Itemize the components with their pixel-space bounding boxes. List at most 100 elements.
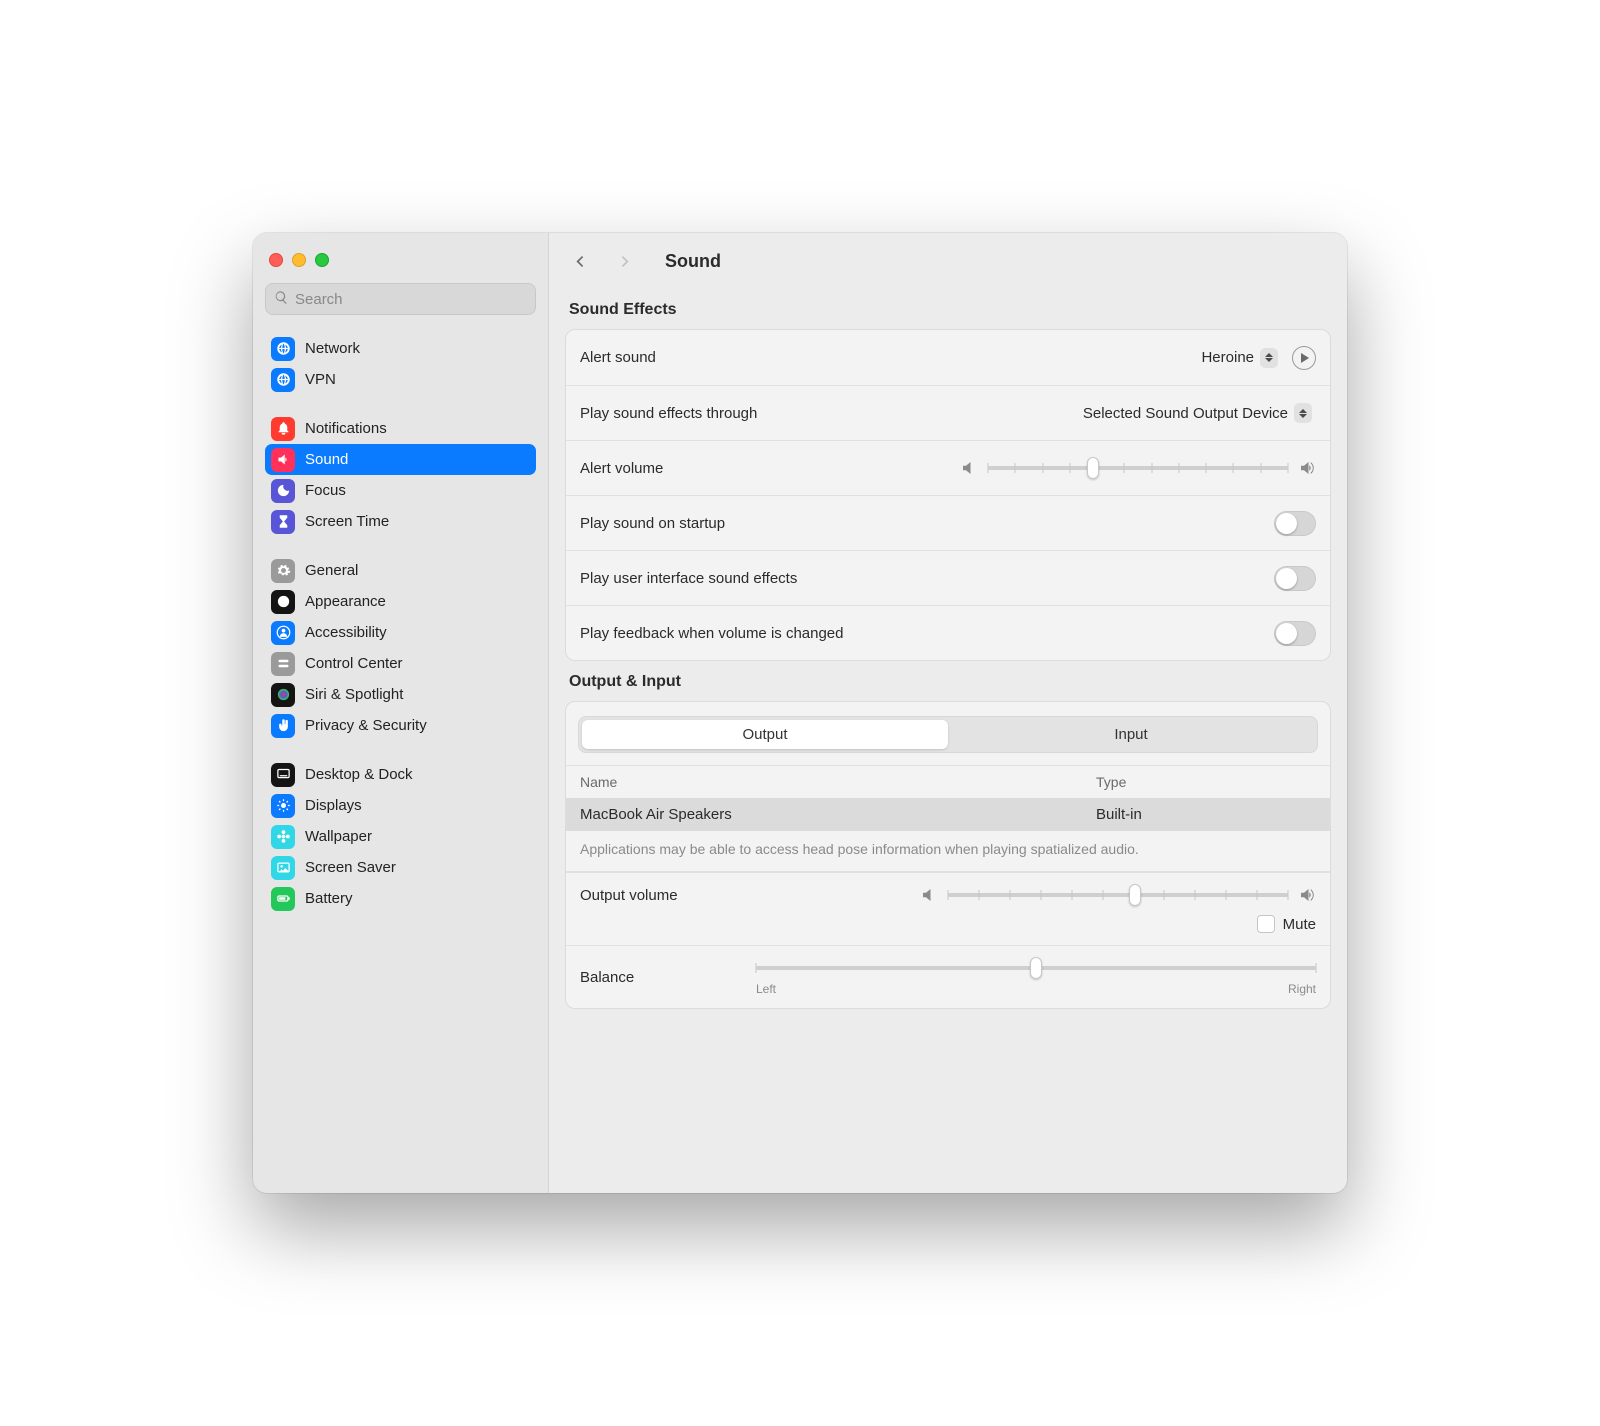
play-through-value: Selected Sound Output Device xyxy=(1083,405,1288,422)
hourglass-icon xyxy=(271,510,295,534)
search-input[interactable]: Search xyxy=(265,283,536,315)
sidebar-item-label: Siri & Spotlight xyxy=(305,686,403,703)
play-through-label: Play sound effects through xyxy=(580,405,1073,422)
sidebar-item-control-center[interactable]: Control Center xyxy=(265,648,536,679)
appearance-icon xyxy=(271,590,295,614)
sidebar-item-battery[interactable]: Battery xyxy=(265,883,536,914)
dock-icon xyxy=(271,763,295,787)
sidebar-item-label: Screen Saver xyxy=(305,859,396,876)
balance-label: Balance xyxy=(580,969,756,986)
sidebar-item-label: General xyxy=(305,562,358,579)
sidebar-item-label: Sound xyxy=(305,451,348,468)
alert-sound-value: Heroine xyxy=(1201,349,1254,366)
minimize-window-button[interactable] xyxy=(292,253,306,267)
output-volume-slider[interactable] xyxy=(948,885,1288,905)
device-type: Built-in xyxy=(1096,806,1316,823)
volume-feedback-row: Play feedback when volume is changed xyxy=(566,605,1330,660)
search-placeholder: Search xyxy=(295,291,343,308)
col-type-header: Type xyxy=(1096,774,1316,790)
fullscreen-window-button[interactable] xyxy=(315,253,329,267)
sidebar-item-screen-saver[interactable]: Screen Saver xyxy=(265,852,536,883)
sidebar-item-sound[interactable]: Sound xyxy=(265,444,536,475)
sidebar-item-siri-spotlight[interactable]: Siri & Spotlight xyxy=(265,679,536,710)
startup-sound-label: Play sound on startup xyxy=(580,515,1274,532)
output-input-header: Output & Input xyxy=(569,673,1327,691)
content-scroll[interactable]: Sound Effects Alert sound Heroine Play s… xyxy=(549,289,1347,1193)
gear-icon xyxy=(271,559,295,583)
alert-sound-label: Alert sound xyxy=(580,349,1191,366)
mute-checkbox[interactable] xyxy=(1257,915,1275,933)
play-alert-sound-button[interactable] xyxy=(1292,346,1316,370)
sun-icon xyxy=(271,794,295,818)
col-name-header: Name xyxy=(580,774,1096,790)
photo-icon xyxy=(271,856,295,880)
startup-sound-row: Play sound on startup xyxy=(566,495,1330,550)
window-traffic-lights xyxy=(265,245,536,283)
sidebar-item-label: Wallpaper xyxy=(305,828,372,845)
balance-slider[interactable] xyxy=(756,958,1316,978)
spatial-audio-note: Applications may be able to access head … xyxy=(566,831,1330,872)
sidebar-item-label: Screen Time xyxy=(305,513,389,530)
sidebar-item-notifications[interactable]: Notifications xyxy=(265,413,536,444)
play-through-row: Play sound effects through Selected Soun… xyxy=(566,385,1330,440)
flower-icon xyxy=(271,825,295,849)
alert-sound-popup[interactable]: Heroine xyxy=(1191,345,1282,371)
forward-button[interactable] xyxy=(611,248,637,274)
output-volume-label: Output volume xyxy=(580,887,920,904)
tab-output[interactable]: Output xyxy=(582,720,948,749)
alert-volume-slider[interactable] xyxy=(988,458,1288,478)
back-button[interactable] xyxy=(567,248,593,274)
sidebar-item-focus[interactable]: Focus xyxy=(265,475,536,506)
sidebar-item-wallpaper[interactable]: Wallpaper xyxy=(265,821,536,852)
sidebar-item-vpn[interactable]: VPN xyxy=(265,364,536,395)
sidebar-item-label: Appearance xyxy=(305,593,386,610)
startup-sound-toggle[interactable] xyxy=(1274,511,1316,536)
sidebar-item-displays[interactable]: Displays xyxy=(265,790,536,821)
sidebar-item-label: Privacy & Security xyxy=(305,717,427,734)
volume-feedback-toggle[interactable] xyxy=(1274,621,1316,646)
close-window-button[interactable] xyxy=(269,253,283,267)
sidebar-item-network[interactable]: Network xyxy=(265,333,536,364)
sidebar-item-accessibility[interactable]: Accessibility xyxy=(265,617,536,648)
main-panel: Sound Sound Effects Alert sound Heroine … xyxy=(549,233,1347,1193)
sidebar-item-label: Focus xyxy=(305,482,346,499)
ui-sounds-label: Play user interface sound effects xyxy=(580,570,1274,587)
play-through-popup[interactable]: Selected Sound Output Device xyxy=(1073,400,1316,426)
sound-effects-card: Alert sound Heroine Play sound effects t… xyxy=(565,329,1331,661)
sidebar-scroll: Network VPN Notifications Sound Focus Screen … xyxy=(265,329,536,928)
moon-icon xyxy=(271,479,295,503)
alert-sound-row: Alert sound Heroine xyxy=(566,330,1330,385)
title-bar: Sound xyxy=(549,233,1347,289)
chevron-up-down-icon xyxy=(1294,403,1312,423)
sidebar-item-desktop-dock[interactable]: Desktop & Dock xyxy=(265,759,536,790)
table-row[interactable]: MacBook Air Speakers Built-in xyxy=(566,798,1330,831)
volume-low-icon xyxy=(920,886,938,904)
alert-volume-row: Alert volume xyxy=(566,440,1330,495)
sidebar-item-label: Accessibility xyxy=(305,624,387,641)
chevron-up-down-icon xyxy=(1260,348,1278,368)
sidebar-item-privacy-security[interactable]: Privacy & Security xyxy=(265,710,536,741)
person-icon xyxy=(271,621,295,645)
battery-icon xyxy=(271,887,295,911)
system-settings-window: Search Network VPN Notifications Sound Focus… xyxy=(253,233,1347,1193)
sound-effects-header: Sound Effects xyxy=(569,301,1327,319)
alert-volume-label: Alert volume xyxy=(580,460,960,477)
sidebar-item-appearance[interactable]: Appearance xyxy=(265,586,536,617)
sidebar-item-general[interactable]: General xyxy=(265,555,536,586)
balance-row: Balance Left Right xyxy=(566,945,1330,1008)
balance-left-label: Left xyxy=(756,982,776,996)
globe-icon xyxy=(271,337,295,361)
device-name: MacBook Air Speakers xyxy=(580,806,1096,823)
page-title: Sound xyxy=(665,251,721,272)
sidebar-item-label: Control Center xyxy=(305,655,403,672)
mute-label: Mute xyxy=(1283,916,1316,933)
sidebar-item-label: Notifications xyxy=(305,420,387,437)
hand-icon xyxy=(271,714,295,738)
output-input-card: Output Input Name Type MacBook Air Speak… xyxy=(565,701,1331,1009)
sidebar-item-screen-time[interactable]: Screen Time xyxy=(265,506,536,537)
ui-sounds-toggle[interactable] xyxy=(1274,566,1316,591)
tab-input[interactable]: Input xyxy=(948,720,1314,749)
sidebar-item-label: Battery xyxy=(305,890,353,907)
sidebar-item-label: Network xyxy=(305,340,360,357)
globe-icon xyxy=(271,368,295,392)
